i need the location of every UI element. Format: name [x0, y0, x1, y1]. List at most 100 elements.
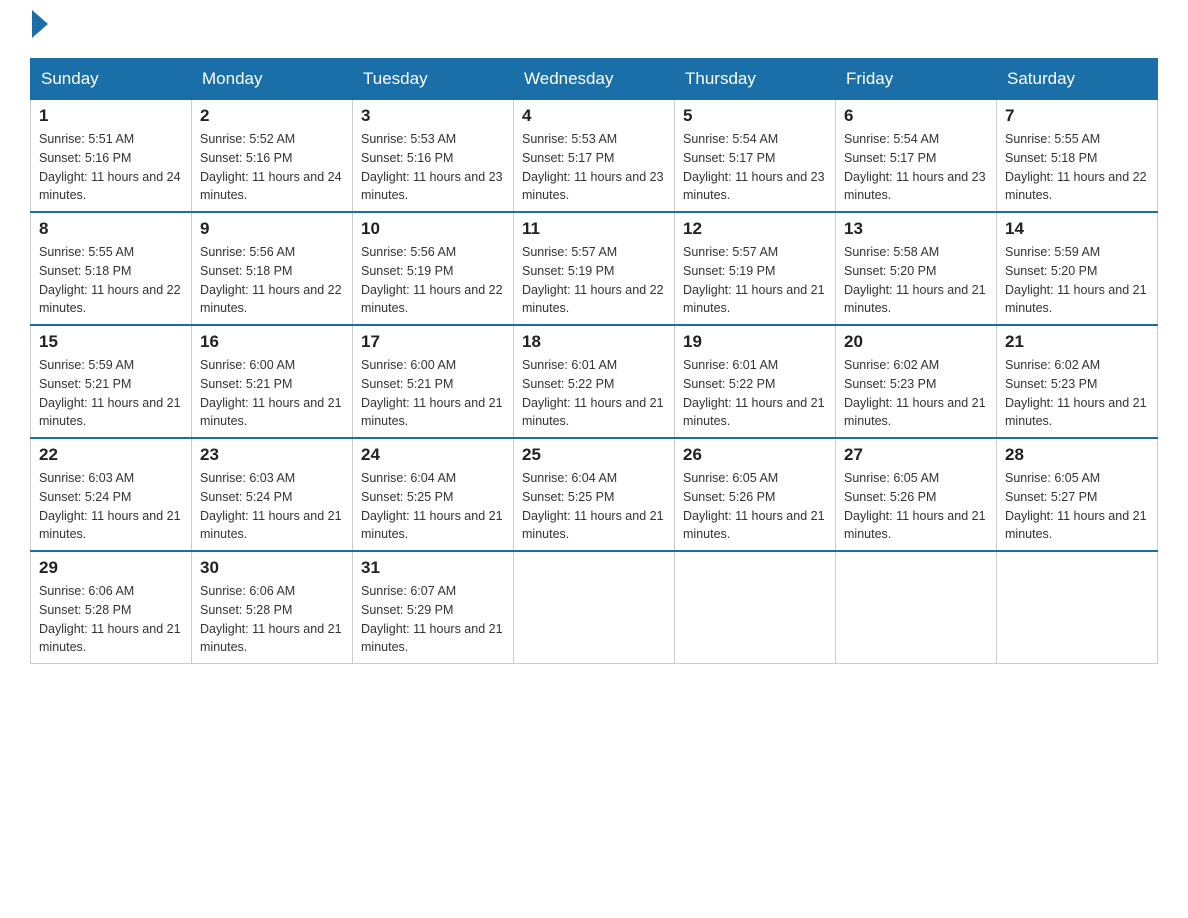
day-info: Sunrise: 6:01 AMSunset: 5:22 PMDaylight:… [522, 356, 666, 431]
calendar-cell [675, 551, 836, 664]
day-info: Sunrise: 6:06 AMSunset: 5:28 PMDaylight:… [200, 582, 344, 657]
weekday-header-thursday: Thursday [675, 59, 836, 100]
day-number: 6 [844, 106, 988, 126]
day-info: Sunrise: 6:03 AMSunset: 5:24 PMDaylight:… [39, 469, 183, 544]
calendar-cell: 5 Sunrise: 5:54 AMSunset: 5:17 PMDaylight… [675, 100, 836, 213]
calendar-week-2: 8 Sunrise: 5:55 AMSunset: 5:18 PMDaylight… [31, 212, 1158, 325]
day-number: 19 [683, 332, 827, 352]
day-info: Sunrise: 5:51 AMSunset: 5:16 PMDaylight:… [39, 130, 183, 205]
calendar-week-4: 22 Sunrise: 6:03 AMSunset: 5:24 PMDayligh… [31, 438, 1158, 551]
calendar-cell: 18 Sunrise: 6:01 AMSunset: 5:22 PMDayligh… [514, 325, 675, 438]
day-number: 23 [200, 445, 344, 465]
calendar-cell [997, 551, 1158, 664]
day-info: Sunrise: 5:59 AMSunset: 5:20 PMDaylight:… [1005, 243, 1149, 318]
calendar-cell: 11 Sunrise: 5:57 AMSunset: 5:19 PMDayligh… [514, 212, 675, 325]
day-number: 18 [522, 332, 666, 352]
day-number: 22 [39, 445, 183, 465]
weekday-header-tuesday: Tuesday [353, 59, 514, 100]
day-info: Sunrise: 5:56 AMSunset: 5:19 PMDaylight:… [361, 243, 505, 318]
day-info: Sunrise: 5:57 AMSunset: 5:19 PMDaylight:… [683, 243, 827, 318]
calendar-cell: 20 Sunrise: 6:02 AMSunset: 5:23 PMDayligh… [836, 325, 997, 438]
day-info: Sunrise: 6:06 AMSunset: 5:28 PMDaylight:… [39, 582, 183, 657]
day-number: 11 [522, 219, 666, 239]
day-info: Sunrise: 6:03 AMSunset: 5:24 PMDaylight:… [200, 469, 344, 544]
day-number: 26 [683, 445, 827, 465]
day-number: 8 [39, 219, 183, 239]
day-number: 3 [361, 106, 505, 126]
calendar-cell: 13Sunrise: 5:58 AMSunset: 5:20 PMDayligh… [836, 212, 997, 325]
day-number: 15 [39, 332, 183, 352]
calendar-cell: 1 Sunrise: 5:51 AMSunset: 5:16 PMDaylight… [31, 100, 192, 213]
calendar-cell: 27 Sunrise: 6:05 AMSunset: 5:26 PMDayligh… [836, 438, 997, 551]
calendar-week-5: 29 Sunrise: 6:06 AMSunset: 5:28 PMDayligh… [31, 551, 1158, 664]
day-info: Sunrise: 5:54 AMSunset: 5:17 PMDaylight:… [683, 130, 827, 205]
calendar-cell: 7 Sunrise: 5:55 AMSunset: 5:18 PMDaylight… [997, 100, 1158, 213]
calendar-cell: 8 Sunrise: 5:55 AMSunset: 5:18 PMDaylight… [31, 212, 192, 325]
day-info: Sunrise: 6:02 AMSunset: 5:23 PMDaylight:… [1005, 356, 1149, 431]
day-number: 21 [1005, 332, 1149, 352]
logo-arrow-icon [32, 10, 48, 38]
day-info: Sunrise: 5:55 AMSunset: 5:18 PMDaylight:… [39, 243, 183, 318]
day-number: 1 [39, 106, 183, 126]
calendar-cell [514, 551, 675, 664]
calendar-cell: 4 Sunrise: 5:53 AMSunset: 5:17 PMDaylight… [514, 100, 675, 213]
day-info: Sunrise: 5:52 AMSunset: 5:16 PMDaylight:… [200, 130, 344, 205]
day-number: 9 [200, 219, 344, 239]
weekday-header-monday: Monday [192, 59, 353, 100]
calendar-cell: 9 Sunrise: 5:56 AMSunset: 5:18 PMDaylight… [192, 212, 353, 325]
calendar-cell: 24Sunrise: 6:04 AMSunset: 5:25 PMDayligh… [353, 438, 514, 551]
day-info: Sunrise: 5:55 AMSunset: 5:18 PMDaylight:… [1005, 130, 1149, 205]
day-info: Sunrise: 6:04 AMSunset: 5:25 PMDaylight:… [522, 469, 666, 544]
day-info: Sunrise: 5:59 AMSunset: 5:21 PMDaylight:… [39, 356, 183, 431]
day-info: Sunrise: 6:01 AMSunset: 5:22 PMDaylight:… [683, 356, 827, 431]
day-info: Sunrise: 6:07 AMSunset: 5:29 PMDaylight:… [361, 582, 505, 657]
calendar-header-row: SundayMondayTuesdayWednesdayThursdayFrid… [31, 59, 1158, 100]
calendar-cell: 30Sunrise: 6:06 AMSunset: 5:28 PMDayligh… [192, 551, 353, 664]
day-info: Sunrise: 6:00 AMSunset: 5:21 PMDaylight:… [361, 356, 505, 431]
calendar-cell [836, 551, 997, 664]
calendar-cell: 19 Sunrise: 6:01 AMSunset: 5:22 PMDayligh… [675, 325, 836, 438]
calendar-cell: 28Sunrise: 6:05 AMSunset: 5:27 PMDayligh… [997, 438, 1158, 551]
day-number: 14 [1005, 219, 1149, 239]
calendar-cell: 25 Sunrise: 6:04 AMSunset: 5:25 PMDayligh… [514, 438, 675, 551]
day-number: 10 [361, 219, 505, 239]
day-number: 25 [522, 445, 666, 465]
day-number: 29 [39, 558, 183, 578]
day-info: Sunrise: 6:05 AMSunset: 5:26 PMDaylight:… [844, 469, 988, 544]
weekday-header-sunday: Sunday [31, 59, 192, 100]
logo [30, 20, 48, 38]
calendar-cell: 21 Sunrise: 6:02 AMSunset: 5:23 PMDayligh… [997, 325, 1158, 438]
calendar-cell: 15 Sunrise: 5:59 AMSunset: 5:21 PMDayligh… [31, 325, 192, 438]
day-number: 5 [683, 106, 827, 126]
day-info: Sunrise: 6:04 AMSunset: 5:25 PMDaylight:… [361, 469, 505, 544]
day-number: 20 [844, 332, 988, 352]
calendar-cell: 10 Sunrise: 5:56 AMSunset: 5:19 PMDayligh… [353, 212, 514, 325]
day-info: Sunrise: 6:02 AMSunset: 5:23 PMDaylight:… [844, 356, 988, 431]
day-info: Sunrise: 5:57 AMSunset: 5:19 PMDaylight:… [522, 243, 666, 318]
day-info: Sunrise: 5:53 AMSunset: 5:17 PMDaylight:… [522, 130, 666, 205]
page-header [30, 20, 1158, 38]
day-number: 28 [1005, 445, 1149, 465]
day-info: Sunrise: 5:56 AMSunset: 5:18 PMDaylight:… [200, 243, 344, 318]
calendar-cell: 29 Sunrise: 6:06 AMSunset: 5:28 PMDayligh… [31, 551, 192, 664]
weekday-header-wednesday: Wednesday [514, 59, 675, 100]
weekday-header-friday: Friday [836, 59, 997, 100]
day-number: 4 [522, 106, 666, 126]
day-info: Sunrise: 5:54 AMSunset: 5:17 PMDaylight:… [844, 130, 988, 205]
calendar-cell: 14 Sunrise: 5:59 AMSunset: 5:20 PMDayligh… [997, 212, 1158, 325]
calendar-table: SundayMondayTuesdayWednesdayThursdayFrid… [30, 58, 1158, 664]
day-number: 12 [683, 219, 827, 239]
day-info: Sunrise: 6:00 AMSunset: 5:21 PMDaylight:… [200, 356, 344, 431]
calendar-cell: 12 Sunrise: 5:57 AMSunset: 5:19 PMDayligh… [675, 212, 836, 325]
calendar-cell: 23 Sunrise: 6:03 AMSunset: 5:24 PMDayligh… [192, 438, 353, 551]
day-number: 2 [200, 106, 344, 126]
calendar-week-1: 1 Sunrise: 5:51 AMSunset: 5:16 PMDaylight… [31, 100, 1158, 213]
day-number: 7 [1005, 106, 1149, 126]
calendar-cell: 22 Sunrise: 6:03 AMSunset: 5:24 PMDayligh… [31, 438, 192, 551]
calendar-week-3: 15 Sunrise: 5:59 AMSunset: 5:21 PMDayligh… [31, 325, 1158, 438]
calendar-cell: 6 Sunrise: 5:54 AMSunset: 5:17 PMDaylight… [836, 100, 997, 213]
day-info: Sunrise: 5:58 AMSunset: 5:20 PMDaylight:… [844, 243, 988, 318]
calendar-cell: 16Sunrise: 6:00 AMSunset: 5:21 PMDayligh… [192, 325, 353, 438]
calendar-cell: 3Sunrise: 5:53 AMSunset: 5:16 PMDaylight… [353, 100, 514, 213]
day-number: 27 [844, 445, 988, 465]
